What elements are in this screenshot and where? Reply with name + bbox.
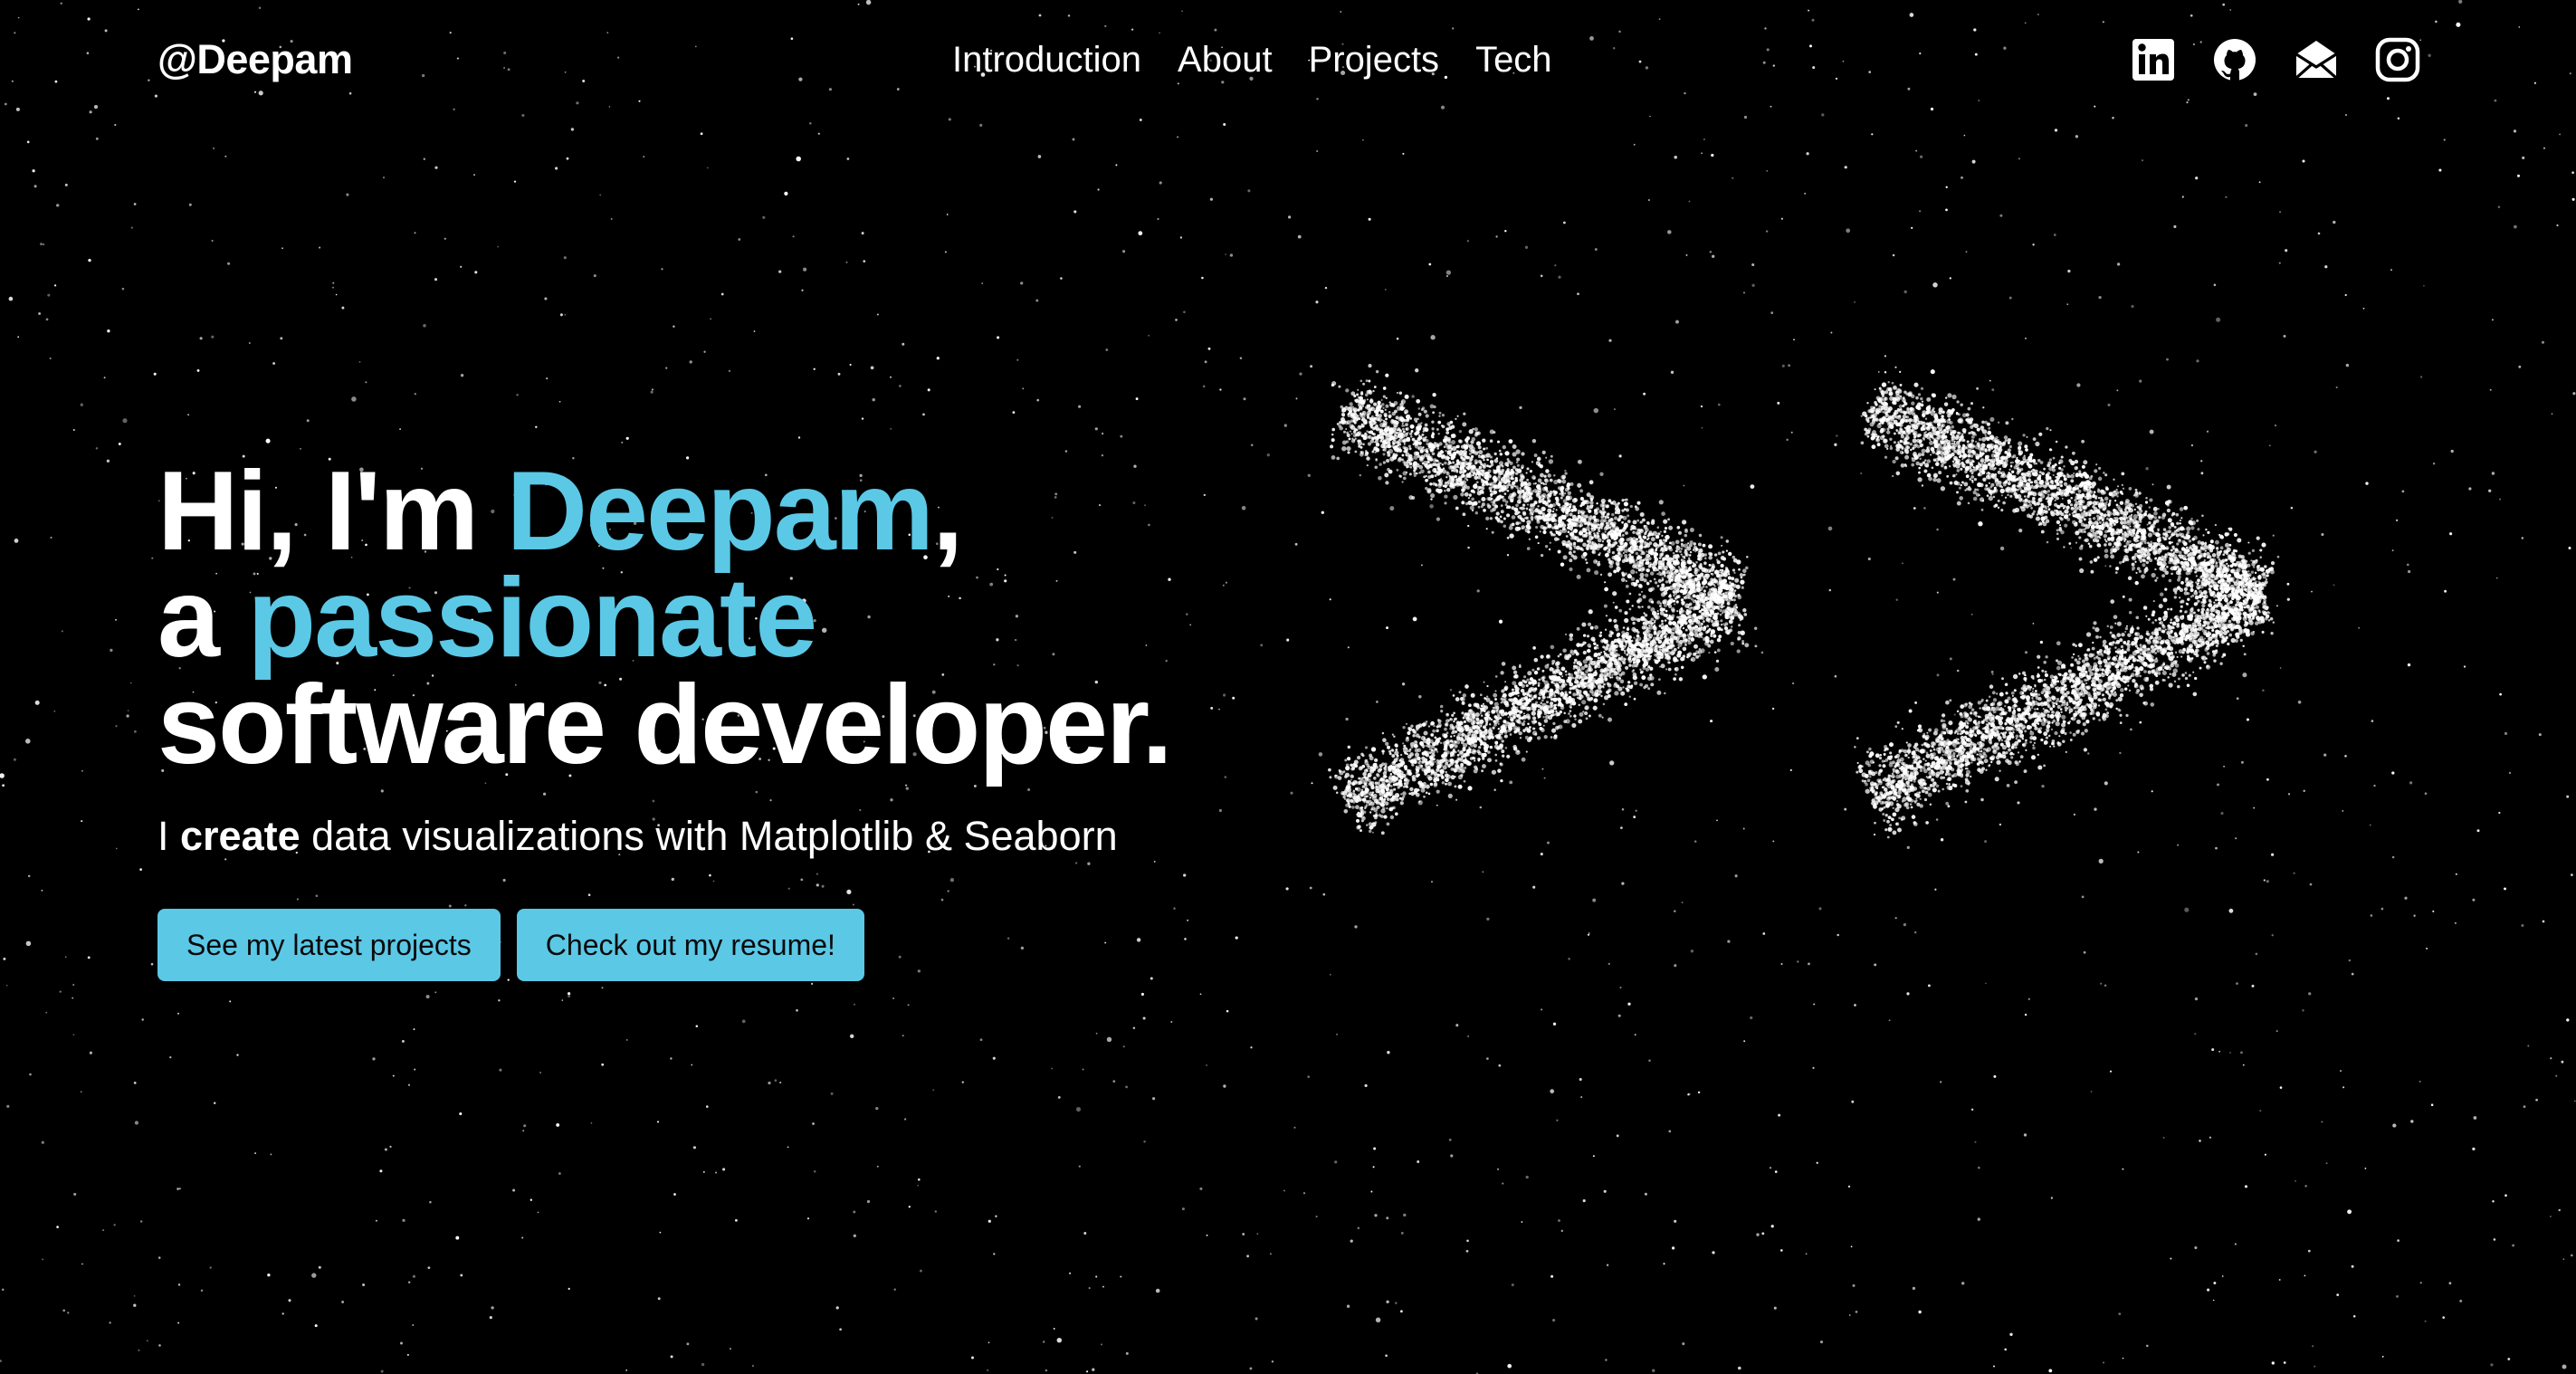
linkedin-link[interactable] [2131,37,2176,82]
hero-line-adjective: a passionate [157,562,1244,674]
latest-projects-button[interactable]: See my latest projects [157,909,501,981]
hero-heading: Hi, I'm Deepam, a passionate software de… [157,455,1244,787]
tagline-rest: data visualizations with Matplotlib & Se… [300,813,1118,859]
hero-section: Hi, I'm Deepam, a passionate software de… [157,455,1244,981]
site-header: @Deepam Introduction About Projects Tech [0,0,2576,119]
github-icon [2214,39,2256,81]
instagram-icon [2375,37,2420,82]
resume-button[interactable]: Check out my resume! [516,909,864,981]
mail-icon [2295,41,2338,80]
site-logo[interactable]: @Deepam [157,34,353,85]
email-link[interactable] [2294,37,2339,82]
nav-link-introduction[interactable]: Introduction [934,34,1159,85]
hero-comma: , [931,449,963,574]
github-link[interactable] [2212,37,2257,82]
hero-line-greeting: Hi, I'm Deepam, [157,455,1244,568]
cta-buttons: See my latest projects Check out my resu… [157,909,1244,981]
nav-link-projects[interactable]: Projects [1291,34,1458,85]
social-links [2131,34,2420,85]
instagram-link[interactable] [2375,37,2420,82]
hero-tagline: I create data visualizations with Matplo… [157,811,1244,862]
nav-link-tech[interactable]: Tech [1457,34,1570,85]
hero-line-role: software developer. [157,663,1173,787]
page: @Deepam Introduction About Projects Tech [0,0,2576,1374]
tagline-bold-word: create [180,813,301,859]
linkedin-icon [2132,39,2174,81]
main-nav: Introduction About Projects Tech [934,34,1570,85]
tagline-prefix: I [157,813,181,859]
nav-link-about[interactable]: About [1159,34,1291,85]
